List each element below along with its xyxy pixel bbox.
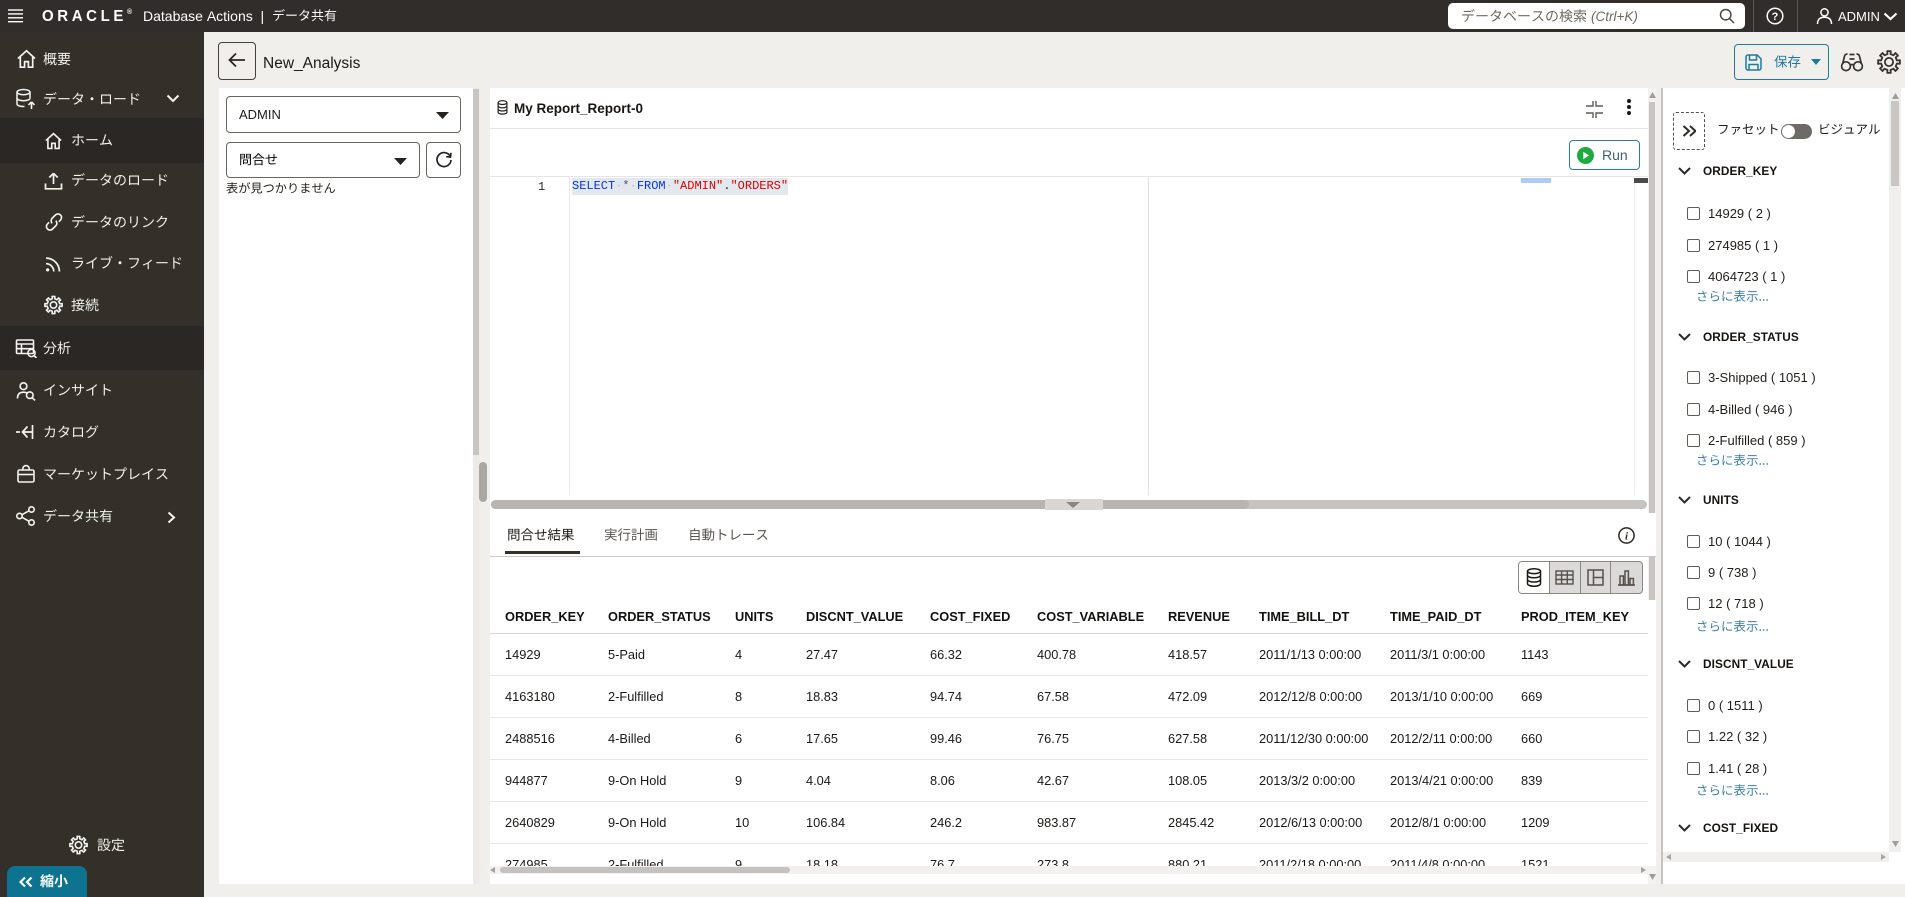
svg-text:?: ?	[1772, 11, 1779, 23]
svg-text:i: i	[1625, 531, 1629, 543]
